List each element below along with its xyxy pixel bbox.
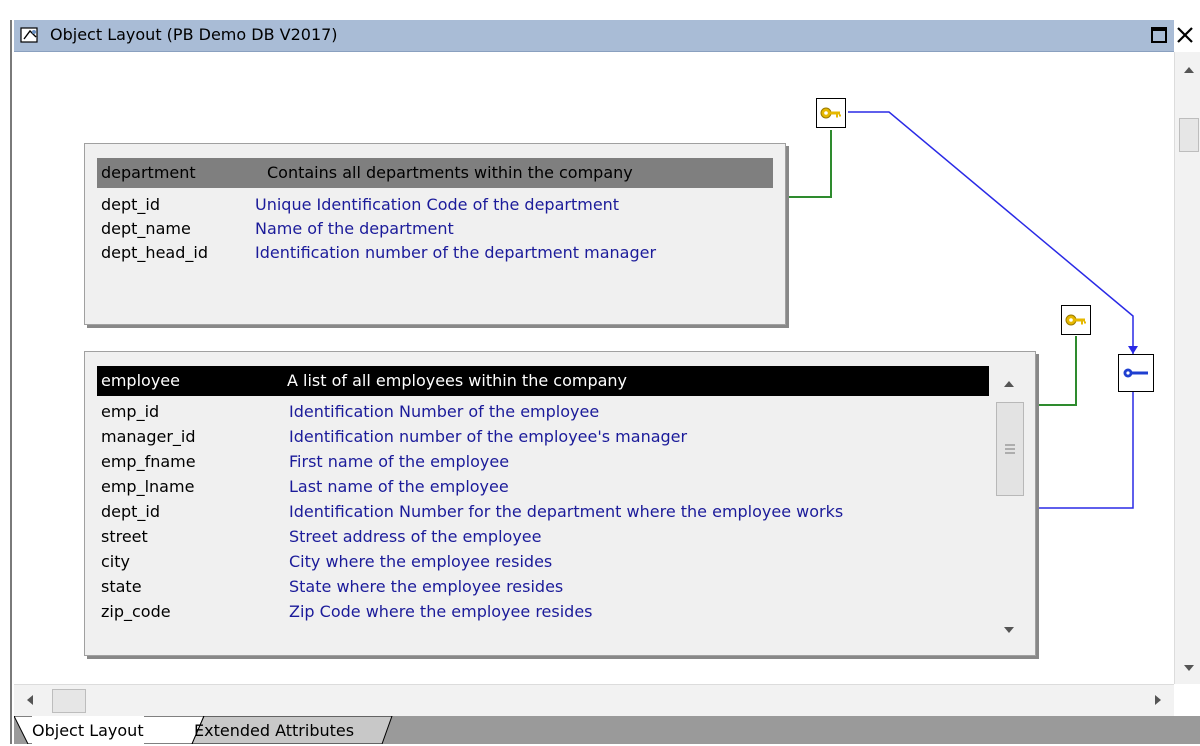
scroll-thumb[interactable] — [996, 402, 1024, 496]
employee-table-scrollbar[interactable] — [995, 366, 1024, 642]
column-description: Identification number of the employee's … — [289, 427, 688, 446]
grip-icon — [1005, 444, 1015, 454]
department-key-box[interactable] — [816, 98, 846, 128]
primary-key-icon — [820, 107, 841, 119]
scroll-left-arrow-icon[interactable] — [26, 695, 34, 705]
department-table-name: department — [101, 163, 196, 182]
employee-pk-link — [1036, 336, 1077, 406]
column-description: State where the employee resides — [289, 577, 564, 596]
scroll-down-arrow-icon[interactable] — [1004, 626, 1014, 634]
tab-extended-attributes[interactable]: Extended Attributes — [194, 716, 354, 744]
vertical-scrollbar[interactable] — [1174, 52, 1200, 684]
column-description: Identification number of the department … — [255, 243, 657, 262]
column-description: Identification Number for the department… — [289, 502, 844, 521]
column-name: dept_id — [101, 195, 161, 214]
column-name: emp_fname — [101, 452, 196, 471]
department-table-header[interactable]: department Contains all departments with… — [97, 158, 773, 188]
scroll-down-arrow-icon[interactable] — [1184, 664, 1194, 672]
column-description: Name of the department — [255, 219, 454, 238]
column-description: City where the employee resides — [289, 552, 553, 571]
scroll-up-arrow-icon[interactable] — [1004, 380, 1014, 388]
column-name: dept_id — [101, 502, 161, 521]
employee-table-header[interactable]: employee A list of all employees within … — [97, 366, 989, 396]
column-description: Last name of the employee — [289, 477, 509, 496]
column-description: Zip Code where the employee resides — [289, 602, 593, 621]
column-name: emp_lname — [101, 477, 195, 496]
department-table[interactable]: department Contains all departments with… — [84, 143, 786, 325]
vertical-scroll-thumb[interactable] — [1179, 118, 1199, 152]
horizontal-scrollbar[interactable] — [14, 684, 1174, 717]
column-name: manager_id — [101, 427, 196, 446]
employee-key-box[interactable] — [1061, 305, 1091, 335]
column-description: Unique Identification Code of the depart… — [255, 195, 620, 214]
column-name: city — [101, 552, 130, 571]
scroll-up-arrow-icon[interactable] — [1184, 66, 1194, 74]
column-name: street — [101, 527, 148, 546]
horizontal-scroll-thumb[interactable] — [52, 689, 86, 713]
employee-fk-link — [1036, 392, 1134, 509]
scroll-right-arrow-icon[interactable] — [1154, 695, 1162, 705]
foreign-key-icon — [1123, 368, 1148, 378]
column-name: zip_code — [101, 602, 171, 621]
department-pk-link — [786, 130, 832, 198]
employee-table[interactable]: employee A list of all employees within … — [84, 351, 1036, 656]
column-name: state — [101, 577, 142, 596]
column-name: dept_head_id — [101, 243, 208, 262]
column-name: dept_name — [101, 219, 191, 238]
foreign-key-box[interactable] — [1118, 354, 1154, 392]
employee-table-name: employee — [101, 371, 180, 390]
column-description: Street address of the employee — [289, 527, 542, 546]
column-description: First name of the employee — [289, 452, 510, 471]
tab-object-layout[interactable]: Object Layout — [32, 716, 144, 744]
primary-key-icon — [1065, 314, 1086, 326]
department-table-comment: Contains all departments within the comp… — [267, 163, 633, 182]
column-description: Identification Number of the employee — [289, 402, 600, 421]
fk-arrow-head — [1128, 346, 1138, 354]
employee-table-comment: A list of all employees within the compa… — [287, 371, 628, 390]
object-layout-window: Object Layout (PB Demo DB V2017) departm… — [0, 0, 1200, 744]
column-name: emp_id — [101, 402, 160, 421]
